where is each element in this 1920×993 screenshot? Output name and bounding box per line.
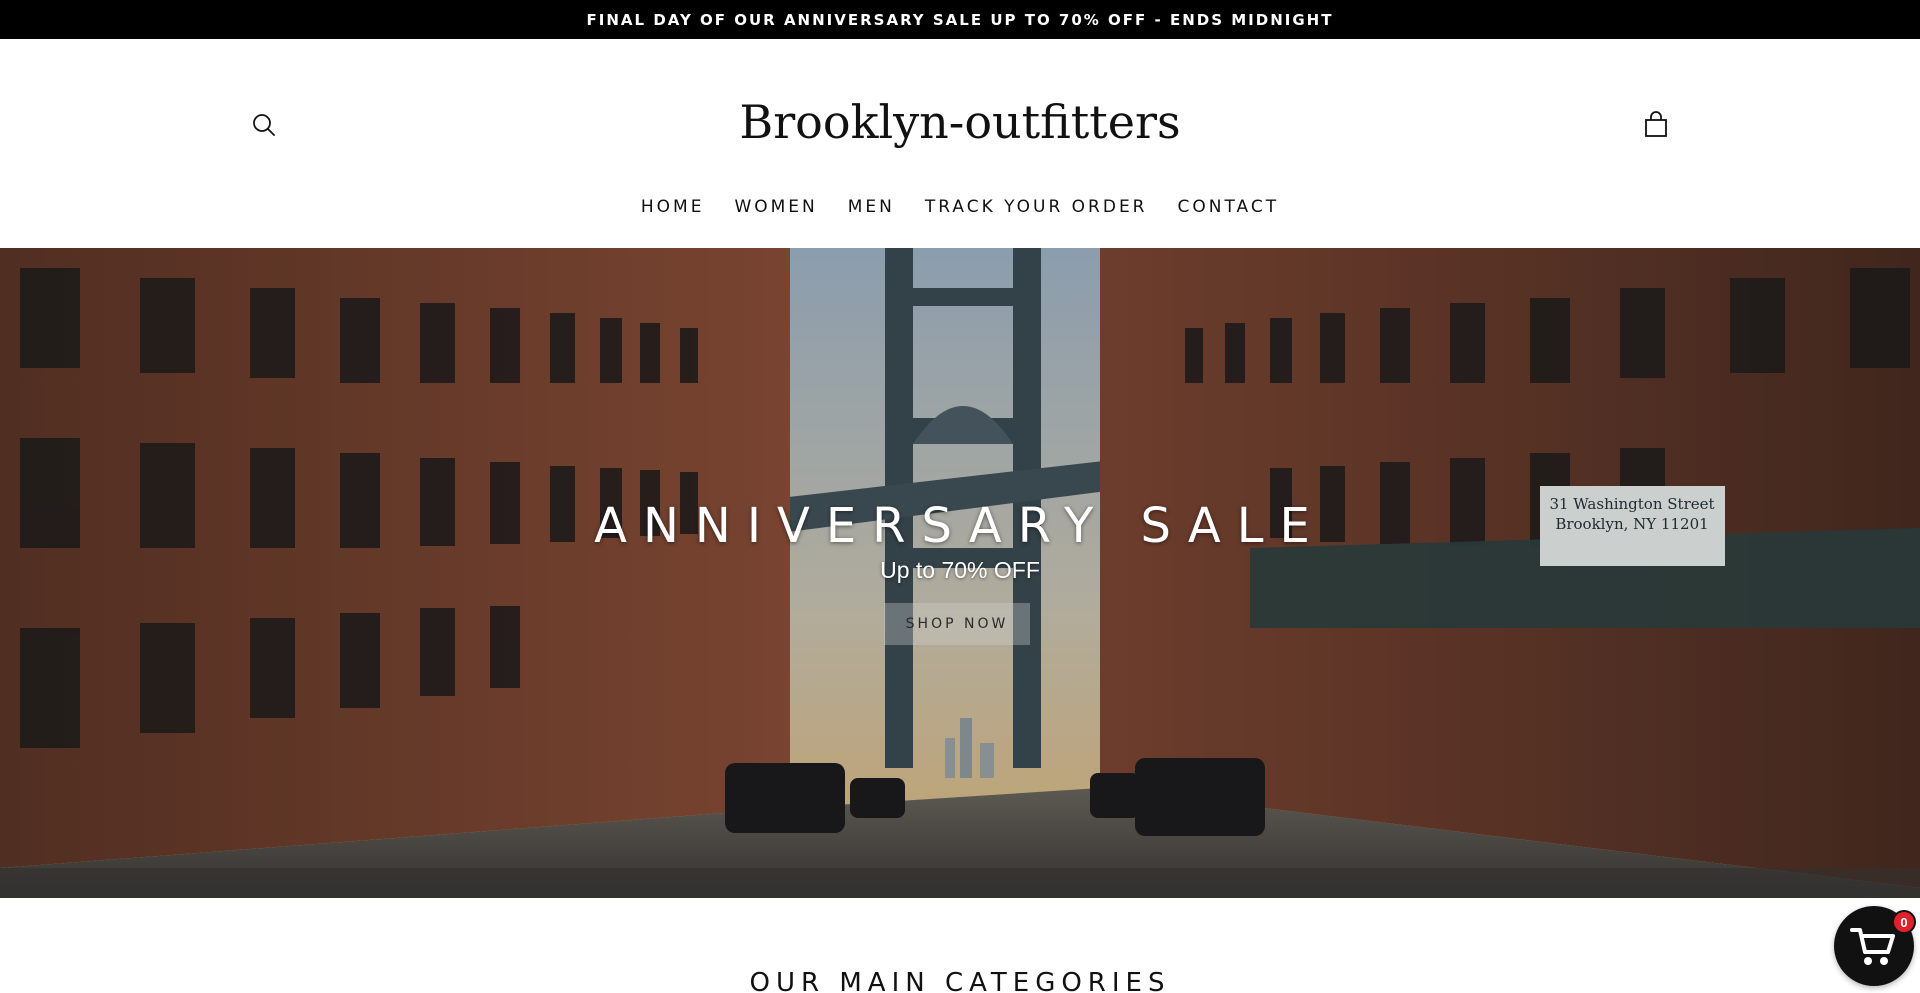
announcement-text: FINAL DAY OF OUR ANNIVERSARY SALE UP TO … — [586, 10, 1334, 29]
shop-now-button[interactable]: SHOP NOW — [884, 603, 1030, 645]
nav-item-contact[interactable]: CONTACT — [1163, 197, 1295, 217]
hero-banner[interactable]: 31 Washington Street Brooklyn, NY 11201 … — [0, 248, 1920, 898]
hero-subtitle: Up to 70% OFF — [880, 557, 1040, 583]
cart-button[interactable] — [1643, 111, 1669, 139]
hero-title: ANNIVERSARY SALE — [594, 498, 1326, 554]
shopping-bag-icon — [1645, 111, 1667, 137]
announcement-bar: FINAL DAY OF OUR ANNIVERSARY SALE UP TO … — [0, 0, 1920, 39]
nav-item-men[interactable]: MEN — [833, 197, 910, 217]
site-logo[interactable]: Brooklyn-outfitters — [0, 95, 1920, 149]
main-nav: HOME WOMEN MEN TRACK YOUR ORDER CONTACT — [0, 197, 1920, 217]
nav-item-women[interactable]: WOMEN — [719, 197, 832, 217]
site-header: Brooklyn-outfitters HOME WOMEN MEN TRACK… — [0, 39, 1920, 248]
cart-icon — [1850, 928, 1895, 965]
floating-cart-button[interactable]: 0 — [1834, 906, 1916, 986]
nav-item-track-order[interactable]: TRACK YOUR ORDER — [910, 197, 1163, 217]
nav-item-home[interactable]: HOME — [626, 197, 720, 217]
categories-heading: OUR MAIN CATEGORIES — [749, 968, 1171, 993]
cart-count-badge: 0 — [1892, 910, 1916, 934]
